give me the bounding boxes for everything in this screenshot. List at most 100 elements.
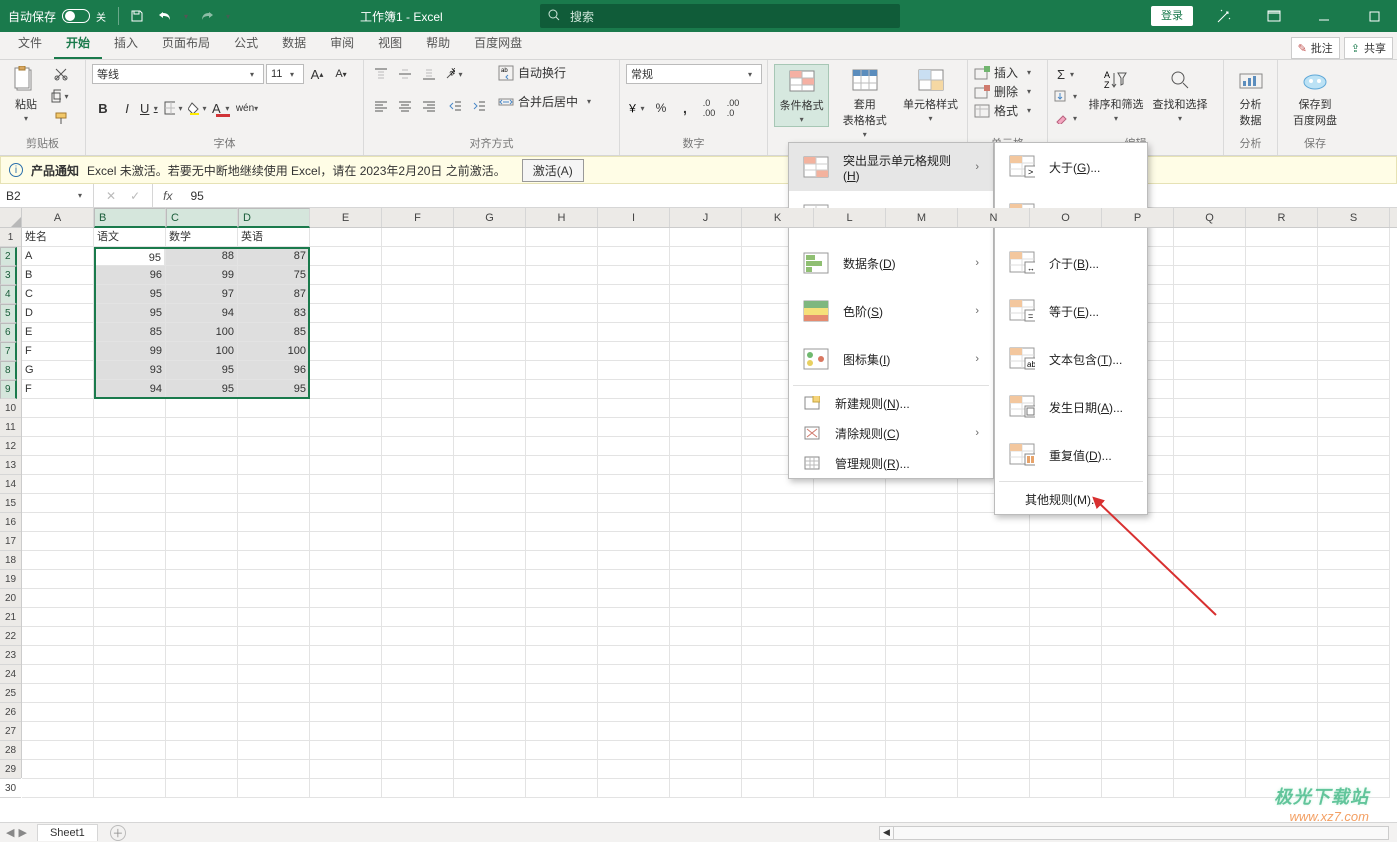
cell-Q30[interactable] [1174, 779, 1246, 798]
cell-B28[interactable] [94, 741, 166, 760]
fx-icon[interactable]: fx [153, 184, 182, 207]
cell-J26[interactable] [670, 703, 742, 722]
conditional-format-button[interactable]: 条件格式▾ [774, 64, 829, 127]
table-format-button[interactable]: 套用 表格格式▾ [833, 64, 896, 141]
tab-help[interactable]: 帮助 [414, 28, 462, 59]
row-header-25[interactable]: 25 [0, 684, 21, 703]
cell-A13[interactable] [22, 456, 94, 475]
cell-K24[interactable] [742, 665, 814, 684]
cell-S12[interactable] [1318, 437, 1390, 456]
cell-M24[interactable] [886, 665, 958, 684]
highlight-sub-item-4[interactable]: ab文本包含(T)... [995, 335, 1147, 383]
column-header-G[interactable]: G [454, 208, 526, 227]
cell-D16[interactable] [238, 513, 310, 532]
column-header-K[interactable]: K [742, 208, 814, 227]
cell-N27[interactable] [958, 722, 1030, 741]
more-rules-item[interactable]: 其他规则(M)... [995, 484, 1147, 514]
cell-H8[interactable] [526, 361, 598, 380]
row-header-7[interactable]: 7 [0, 342, 17, 361]
cell-S15[interactable] [1318, 494, 1390, 513]
cell-I1[interactable] [598, 228, 670, 247]
cell-E17[interactable] [310, 532, 382, 551]
row-header-30[interactable]: 30 [0, 779, 21, 798]
cell-R19[interactable] [1246, 570, 1318, 589]
activate-button[interactable]: 激活(A) [522, 159, 584, 182]
cell-B21[interactable] [94, 608, 166, 627]
cell-Q22[interactable] [1174, 627, 1246, 646]
align-bottom-icon[interactable] [418, 64, 440, 84]
cell-R4[interactable] [1246, 285, 1318, 304]
cell-C25[interactable] [166, 684, 238, 703]
cell-L17[interactable] [814, 532, 886, 551]
font-color-icon[interactable]: A▾ [212, 98, 234, 118]
cell-A4[interactable]: C [22, 285, 94, 304]
tab-file[interactable]: 文件 [6, 28, 54, 59]
cell-Q13[interactable] [1174, 456, 1246, 475]
cell-K19[interactable] [742, 570, 814, 589]
increase-font-icon[interactable]: A▴ [306, 64, 328, 84]
cell-R20[interactable] [1246, 589, 1318, 608]
cell-K25[interactable] [742, 684, 814, 703]
cell-E15[interactable] [310, 494, 382, 513]
cell-F29[interactable] [382, 760, 454, 779]
column-header-E[interactable]: E [310, 208, 382, 227]
cell-I2[interactable] [598, 247, 670, 266]
cell-B24[interactable] [94, 665, 166, 684]
decrease-decimal-icon[interactable]: .00.0 [722, 98, 744, 118]
cell-O19[interactable] [1030, 570, 1102, 589]
decrease-indent-icon[interactable] [444, 96, 466, 116]
paste-button[interactable]: 粘贴 ▾ [6, 64, 46, 125]
cell-E3[interactable] [310, 266, 382, 285]
cell-J11[interactable] [670, 418, 742, 437]
column-header-S[interactable]: S [1318, 208, 1390, 227]
cell-F5[interactable] [382, 304, 454, 323]
cond-menu-bottom-1[interactable]: 清除规则(C)› [789, 418, 993, 448]
cell-A15[interactable] [22, 494, 94, 513]
cell-F28[interactable] [382, 741, 454, 760]
tab-page-layout[interactable]: 页面布局 [150, 28, 222, 59]
login-button[interactable]: 登录 [1151, 6, 1193, 26]
cell-R17[interactable] [1246, 532, 1318, 551]
save-baidu-button[interactable]: 保存到 百度网盘 [1284, 64, 1346, 130]
column-header-Q[interactable]: Q [1174, 208, 1246, 227]
cell-Q18[interactable] [1174, 551, 1246, 570]
cell-J7[interactable] [670, 342, 742, 361]
cell-F7[interactable] [382, 342, 454, 361]
cell-Q14[interactable] [1174, 475, 1246, 494]
cell-B17[interactable] [94, 532, 166, 551]
cell-G25[interactable] [454, 684, 526, 703]
cell-K23[interactable] [742, 646, 814, 665]
cell-G20[interactable] [454, 589, 526, 608]
highlight-sub-item-3[interactable]: =等于(E)... [995, 287, 1147, 335]
cell-G6[interactable] [454, 323, 526, 342]
cell-J21[interactable] [670, 608, 742, 627]
highlight-sub-item-0[interactable]: >大于(G)... [995, 143, 1147, 191]
cell-I12[interactable] [598, 437, 670, 456]
cell-S2[interactable] [1318, 247, 1390, 266]
cell-B4[interactable]: 95 [94, 285, 166, 304]
cells-insert[interactable]: 插入▾ [974, 64, 1036, 81]
cell-L16[interactable] [814, 513, 886, 532]
cell-K15[interactable] [742, 494, 814, 513]
cell-O16[interactable] [1030, 513, 1102, 532]
cell-G26[interactable] [454, 703, 526, 722]
cell-Q15[interactable] [1174, 494, 1246, 513]
cell-B13[interactable] [94, 456, 166, 475]
cell-K18[interactable] [742, 551, 814, 570]
highlight-sub-item-5[interactable]: 发生日期(A)... [995, 383, 1147, 431]
cells-format[interactable]: 格式▾ [974, 102, 1036, 119]
cell-L29[interactable] [814, 760, 886, 779]
cell-R7[interactable] [1246, 342, 1318, 361]
cell-H21[interactable] [526, 608, 598, 627]
column-header-B[interactable]: B [94, 208, 166, 228]
cell-C8[interactable]: 95 [166, 361, 238, 380]
maximize-icon[interactable] [1355, 0, 1393, 32]
format-painter-icon[interactable] [50, 108, 72, 128]
cell-E6[interactable] [310, 323, 382, 342]
cell-C11[interactable] [166, 418, 238, 437]
cell-E28[interactable] [310, 741, 382, 760]
clear-icon[interactable]: ▾ [1054, 108, 1082, 128]
cell-L28[interactable] [814, 741, 886, 760]
cell-E16[interactable] [310, 513, 382, 532]
cell-K17[interactable] [742, 532, 814, 551]
